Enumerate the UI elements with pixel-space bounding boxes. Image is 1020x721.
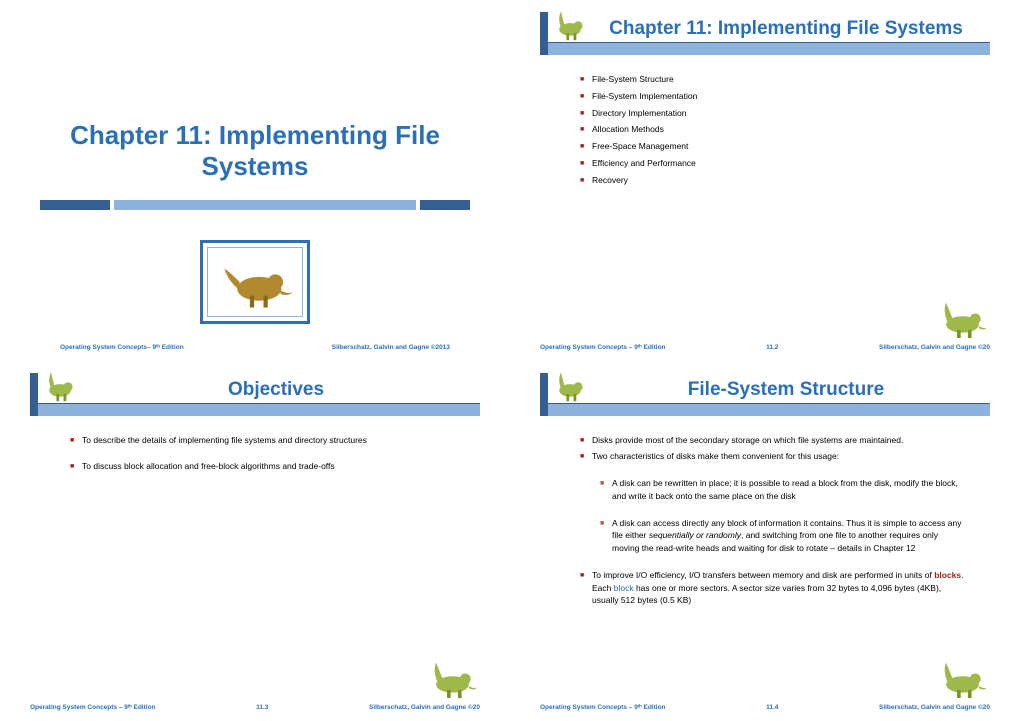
bullet-item: Disks provide most of the secondary stor…	[580, 434, 964, 447]
outline-item: Free-Space Management	[580, 140, 964, 153]
dinosaur-icon	[935, 659, 990, 699]
dinosaur-icon	[935, 299, 990, 339]
slide-content: To describe the details of implementing …	[70, 434, 454, 474]
sub-bullet-item: A disk can access directly any block of …	[600, 517, 964, 555]
slide-title: Chapter 11: Implementing File Systems	[40, 120, 470, 182]
outline-item: File-System Structure	[580, 73, 964, 86]
slide-title: File-System Structure	[540, 373, 990, 404]
sub-bullet-item: A disk can be rewritten in place; it is …	[600, 477, 964, 503]
slide-3-objectives: Objectives To describe the details of im…	[0, 361, 510, 721]
outline-item: Efficiency and Performance	[580, 157, 964, 170]
slide-header: File-System Structure	[540, 373, 990, 416]
slide-title: Objectives	[30, 373, 480, 404]
slide-header: Objectives	[30, 373, 480, 416]
dinosaur-icon	[425, 659, 480, 699]
slide-footer: Operating System Concepts – 9ᵗʰ Edition …	[540, 344, 990, 351]
objective-item: To describe the details of implementing …	[70, 434, 454, 447]
slide-footer: Operating System Concepts– 9ᵗʰ Edition S…	[60, 344, 450, 351]
objective-item: To discuss block allocation and free-blo…	[70, 460, 454, 473]
slide-footer: Operating System Concepts – 9ᵗʰ Edition …	[540, 704, 990, 711]
footer-left: Operating System Concepts– 9ᵗʰ Edition	[60, 344, 184, 351]
outline-item: Directory Implementation	[580, 107, 964, 120]
bullet-item: To improve I/O efficiency, I/O transfers…	[580, 569, 964, 607]
slide-number: 11.2	[766, 344, 778, 351]
footer-right: Silberschatz, Galvin and Gagne ©20	[879, 344, 990, 351]
footer-left: Operating System Concepts – 9ᵗʰ Edition	[540, 704, 666, 711]
slide-footer: Operating System Concepts – 9ᵗʰ Edition …	[30, 704, 480, 711]
slide-1-title: Chapter 11: Implementing File Systems Op…	[0, 0, 510, 361]
footer-right: Silberschatz, Galvin and Gagne ©20	[879, 704, 990, 711]
slide-number: 11.3	[256, 704, 268, 711]
footer-left: Operating System Concepts – 9ᵗʰ Edition	[540, 344, 666, 351]
dinosaur-icon	[552, 6, 588, 42]
outline-item: Recovery	[580, 174, 964, 187]
slide-4-structure: File-System Structure Disks provide most…	[510, 361, 1020, 721]
outline-item: Allocation Methods	[580, 123, 964, 136]
dinosaur-icon	[208, 248, 302, 316]
title-dino-frame	[200, 240, 310, 324]
slide-number: 11.4	[766, 704, 778, 711]
footer-right: Silberschatz, Galvin and Gagne ©2013	[332, 344, 450, 351]
slide-content: File-System Structure File-System Implem…	[580, 73, 964, 186]
slide-title: Chapter 11: Implementing File Systems	[540, 12, 990, 43]
slide-header: Chapter 11: Implementing File Systems	[540, 12, 990, 55]
dinosaur-icon	[552, 367, 588, 403]
title-divider	[40, 200, 470, 210]
slide-content: Disks provide most of the secondary stor…	[580, 434, 964, 608]
slide-2-outline: Chapter 11: Implementing File Systems Fi…	[510, 0, 1020, 361]
outline-item: File-System Implementation	[580, 90, 964, 103]
footer-left: Operating System Concepts – 9ᵗʰ Edition	[30, 704, 156, 711]
dinosaur-icon	[42, 367, 78, 403]
footer-right: Silberschatz, Galvin and Gagne ©20	[369, 704, 480, 711]
bullet-item: Two characteristics of disks make them c…	[580, 450, 964, 463]
